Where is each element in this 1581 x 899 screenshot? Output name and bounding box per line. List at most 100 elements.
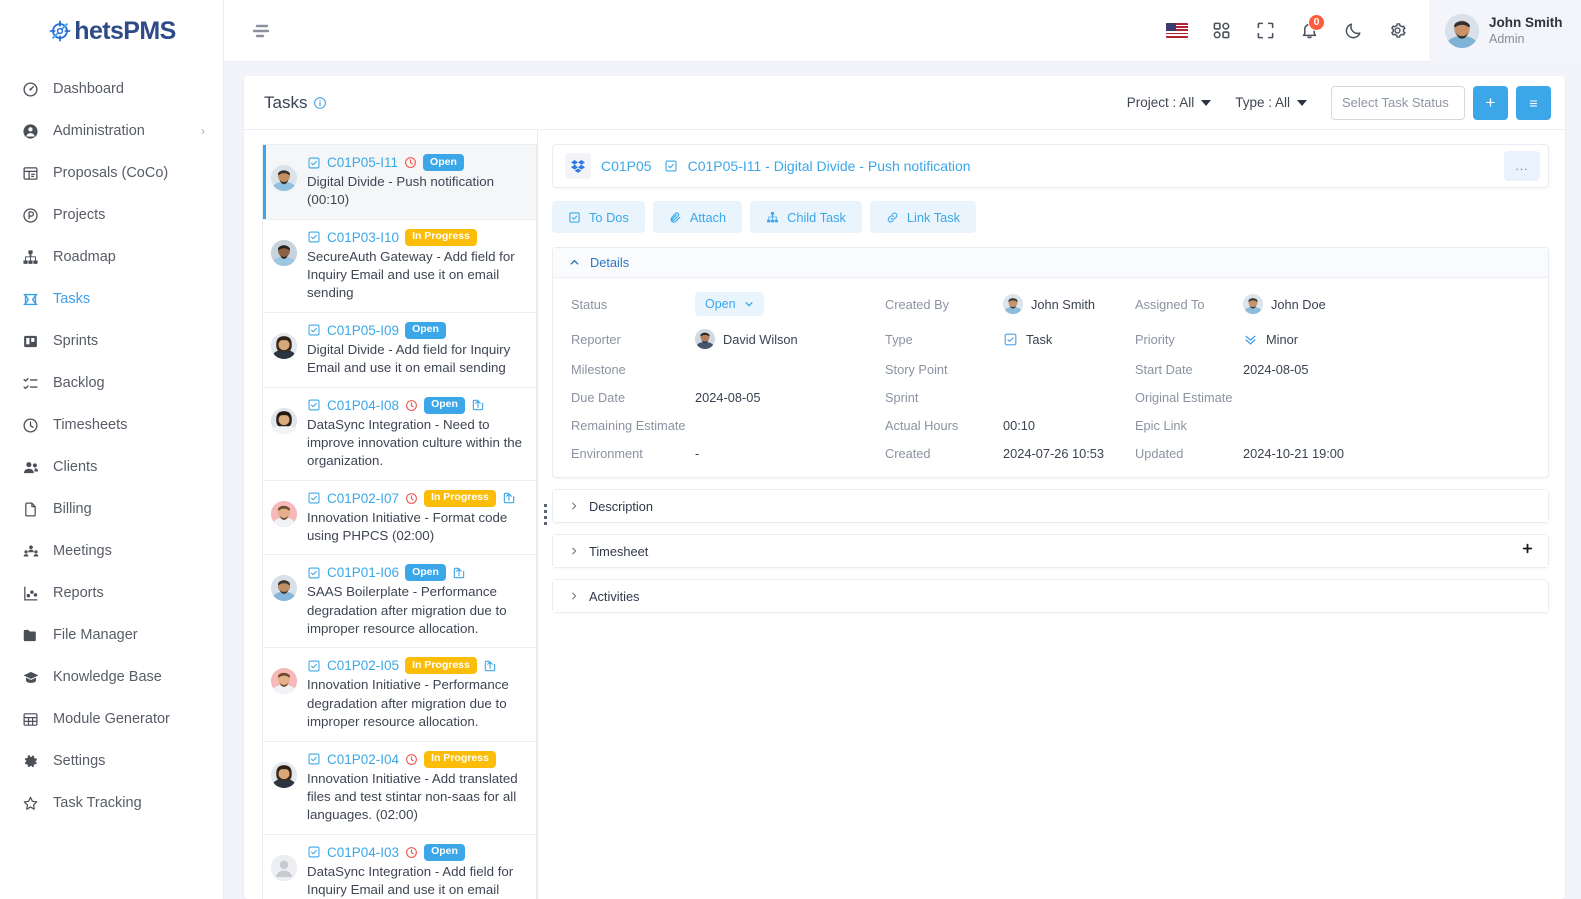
sidebar-item-backlog[interactable]: Backlog — [0, 362, 223, 404]
sidebar-item-sprints[interactable]: Sprints — [0, 320, 223, 362]
tab-to-dos[interactable]: To Dos — [552, 201, 645, 233]
task-item-body: C01P02-I07 In Progress Innovation Initiati… — [307, 489, 526, 546]
section-details-header[interactable]: Details — [553, 248, 1548, 278]
export-icon[interactable] — [471, 398, 485, 412]
bell-icon[interactable]: 0 — [1287, 9, 1331, 53]
sidebar-item-clients[interactable]: Clients — [0, 446, 223, 488]
export-icon[interactable] — [502, 491, 516, 505]
task-key-link[interactable]: C01P04-I08 — [327, 398, 399, 413]
clients-icon — [22, 457, 44, 477]
task-list-item[interactable]: C01P02-I07 In Progress Innovation Initiati… — [263, 480, 536, 556]
notification-badge: 0 — [1308, 13, 1325, 31]
task-key-link[interactable]: C01P02-I05 — [327, 658, 399, 673]
field-label-created: Created — [885, 446, 931, 461]
panel-resize-handle[interactable] — [538, 130, 552, 899]
brand-name: hetsPMS — [74, 16, 176, 45]
field-label-type: Type — [885, 331, 913, 347]
task-item-body: C01P05-I09 Open Digital Divide - Add field… — [307, 321, 526, 378]
topbar: 0 John Smith Admin — [224, 0, 1581, 62]
sidebar-item-timesheets[interactable]: Timesheets — [0, 404, 223, 446]
gear-icon[interactable] — [1375, 9, 1419, 53]
flag-us-icon[interactable] — [1155, 9, 1199, 53]
task-key-link[interactable]: C01P02-I07 — [327, 491, 399, 506]
task-key-link[interactable]: C01P02-I04 — [327, 752, 399, 767]
avatar — [1445, 13, 1479, 48]
checkbox-icon — [1003, 332, 1018, 347]
star-icon — [22, 793, 44, 813]
sidebar-item-tasks[interactable]: Tasks — [0, 278, 223, 320]
view-options-button[interactable]: ≡ — [1516, 85, 1551, 120]
chevron-right-icon — [569, 591, 579, 601]
task-list-item[interactable]: C01P05-I11 Open Digital Divide - Push noti… — [263, 145, 536, 220]
task-item-title: Innovation Initiative - Add translated f… — [307, 770, 518, 823]
task-key-link[interactable]: C01P03-I10 — [327, 230, 399, 245]
sidebar-item-projects[interactable]: Projects — [0, 194, 223, 236]
section-description-header[interactable]: Description — [553, 490, 1548, 522]
field-label-reporter: Reporter — [571, 331, 621, 347]
add-timesheet-icon[interactable] — [1521, 542, 1534, 560]
field-label-sprint: Sprint — [885, 390, 919, 405]
sidebar-item-label: Roadmap — [53, 249, 116, 265]
task-list-item[interactable]: C01P04-I08 Open DataSync Integration - Nee… — [263, 387, 536, 481]
brand-logo-icon — [50, 20, 71, 42]
section-timesheet-header[interactable]: Timesheet — [553, 535, 1548, 567]
task-list-item[interactable]: C01P04-I03 Open DataSync Integration - Add… — [263, 834, 536, 899]
user-menu[interactable]: John Smith Admin — [1429, 0, 1581, 62]
add-task-button[interactable]: + — [1473, 85, 1508, 120]
apps-grid-icon[interactable] — [1199, 9, 1243, 53]
project-key-link[interactable]: C01P05 — [601, 158, 652, 174]
task-list-item[interactable]: C01P02-I04 In Progress Innovation Initiati… — [263, 741, 536, 835]
task-item-title: Digital Divide - Push notification (00:1… — [307, 174, 494, 208]
sidebar-item-billing[interactable]: Billing — [0, 488, 223, 530]
chevron-down-icon — [1201, 99, 1212, 106]
sidebar-item-label: Settings — [53, 753, 106, 769]
export-icon[interactable] — [452, 566, 466, 580]
task-key-link[interactable]: C01P05-I09 — [327, 323, 399, 338]
reports-icon — [22, 583, 44, 603]
type-filter[interactable]: Type : All — [1235, 95, 1307, 110]
field-value-reporter: David Wilson — [695, 329, 885, 349]
tab-attach[interactable]: Attach — [652, 201, 743, 233]
task-list-item[interactable]: C01P03-I10 In Progress SecureAuth Gateway … — [263, 219, 536, 313]
fullscreen-icon[interactable] — [1243, 9, 1287, 53]
sidebar-item-dashboard[interactable]: Dashboard — [0, 68, 223, 110]
sidebar-item-knowledge-base[interactable]: Knowledge Base — [0, 656, 223, 698]
sidebar-item-file-manager[interactable]: File Manager — [0, 614, 223, 656]
task-status-input[interactable] — [1331, 85, 1465, 120]
breadcrumb[interactable]: C01P05-I11 - Digital Divide - Push notif… — [688, 158, 971, 174]
status-dropdown[interactable]: Open — [695, 292, 764, 316]
project-filter[interactable]: Project : All — [1127, 95, 1212, 110]
sidebar-item-proposals[interactable]: Proposals (CoCo) — [0, 152, 223, 194]
field-value-actual-hours: 00:10 — [1003, 418, 1036, 433]
task-list-item[interactable]: C01P02-I05 In Progress Innovation Initiati… — [263, 648, 536, 742]
field-label-status: Status — [571, 296, 608, 312]
export-icon[interactable] — [483, 659, 497, 673]
tab-child-task[interactable]: Child Task — [750, 201, 862, 233]
task-type-icon — [307, 398, 321, 412]
overdue-clock-icon — [404, 156, 417, 169]
field-label-due-date: Due Date — [571, 390, 626, 405]
sidebar-item-administration[interactable]: Administration › — [0, 110, 223, 152]
section-activities-header[interactable]: Activities — [553, 580, 1548, 612]
grid-icon — [22, 709, 44, 729]
task-list-item[interactable]: C01P01-I06 Open SAAS Boilerplate - Perform… — [263, 555, 536, 649]
field-label-actual-hours: Actual Hours — [885, 418, 959, 433]
logo[interactable]: hetsPMS — [0, 0, 223, 62]
sidebar-item-task-tracking[interactable]: Task Tracking — [0, 782, 223, 824]
tab-link-task[interactable]: Link Task — [869, 201, 977, 233]
tab-label: To Dos — [589, 209, 629, 225]
task-overflow-menu-button[interactable]: ... — [1504, 151, 1540, 181]
task-key-link[interactable]: C01P05-I11 — [327, 155, 398, 170]
sidebar-item-roadmap[interactable]: Roadmap — [0, 236, 223, 278]
task-key-link[interactable]: C01P04-I03 — [327, 845, 399, 860]
sidebar-item-module-generator[interactable]: Module Generator — [0, 698, 223, 740]
menu-collapse-icon[interactable] — [250, 18, 276, 44]
info-icon[interactable] — [313, 96, 327, 110]
sidebar-item-reports[interactable]: Reports — [0, 572, 223, 614]
moon-icon[interactable] — [1331, 9, 1375, 53]
task-key-link[interactable]: C01P01-I06 — [327, 565, 399, 580]
sidebar-item-meetings[interactable]: Meetings — [0, 530, 223, 572]
sidebar-item-settings[interactable]: Settings — [0, 740, 223, 782]
task-item-body: C01P02-I04 In Progress Innovation Initiati… — [307, 750, 526, 825]
task-list-item[interactable]: C01P05-I09 Open Digital Divide - Add field… — [263, 312, 536, 388]
